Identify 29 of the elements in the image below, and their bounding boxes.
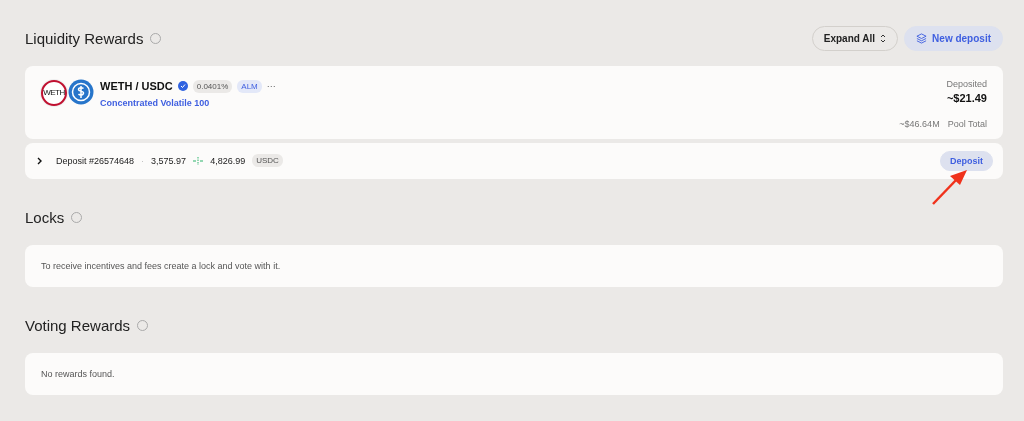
section-title: Voting Rewards bbox=[25, 317, 131, 335]
pool-total-label: Pool Total bbox=[947, 118, 987, 129]
layers-icon bbox=[916, 33, 928, 45]
new-deposit-button[interactable]: New deposit bbox=[904, 26, 1003, 52]
empty-message: To receive incentives and fees create a lock and vote with it. bbox=[41, 260, 281, 271]
deposited-value: ~$21.49 bbox=[946, 91, 987, 104]
pool-pair-name[interactable]: WETH / USDC bbox=[100, 80, 173, 93]
expand-all-button[interactable]: Expand All bbox=[811, 26, 899, 52]
more-menu[interactable]: ··· bbox=[266, 81, 276, 92]
section-title: Liquidity Rewards bbox=[25, 30, 144, 48]
usdc-coin-icon bbox=[68, 78, 94, 105]
amount: 3,575.97 bbox=[151, 156, 187, 166]
empty-message: No rewards found. bbox=[41, 368, 115, 379]
fee-badge: 0.0401% bbox=[192, 79, 233, 93]
separator-dot: · bbox=[141, 156, 145, 166]
token-badge: USDC bbox=[252, 154, 283, 168]
amount: 4,826.99 bbox=[210, 156, 246, 166]
deposit-id: Deposit #26574648 bbox=[56, 156, 135, 166]
token-logo: WETH bbox=[41, 79, 67, 106]
range-icon bbox=[193, 157, 204, 165]
pool-total-value: ~$46.64M bbox=[899, 118, 940, 129]
deposit-button[interactable]: Deposit bbox=[940, 151, 993, 171]
alm-badge: ALM bbox=[237, 79, 262, 93]
pool-type-link[interactable]: Concentrated Volatile 100 bbox=[100, 97, 276, 108]
sort-icon bbox=[880, 34, 887, 44]
deposited-label: Deposited bbox=[946, 78, 987, 89]
chevron-icon[interactable] bbox=[37, 157, 43, 165]
section-title: Locks bbox=[25, 209, 65, 227]
annotation-arrow bbox=[930, 168, 970, 206]
